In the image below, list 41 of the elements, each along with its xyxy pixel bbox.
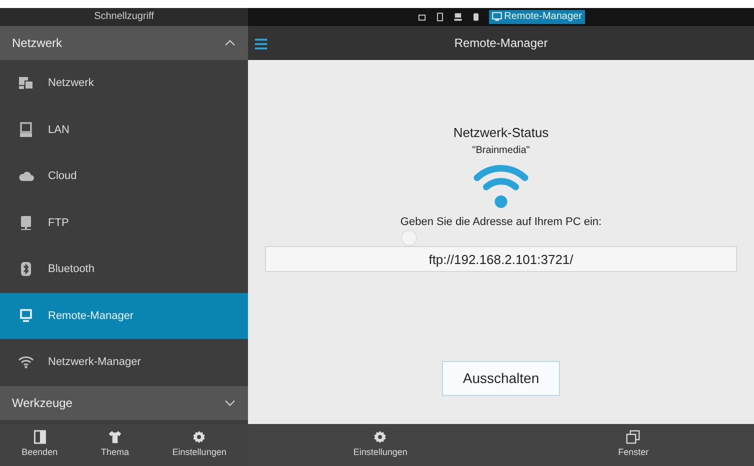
toolbar-button[interactable]: Einstellungen [168,424,230,466]
instruction-text: Geben Sie die Adresse auf Ihrem PC ein: [400,214,602,230]
app-tab[interactable]: Remote-Manager [489,10,585,24]
section-label: Netzwerk [12,35,62,52]
sidebar-item[interactable]: Cloud [0,153,248,200]
turn-off-button[interactable]: Ausschalten [442,361,560,396]
monitor-icon [492,12,502,22]
window-icon [417,12,428,22]
spinner-icon [399,228,419,248]
status-title: Netzwerk-Status [453,124,549,142]
wifi-icon [473,164,529,210]
section-header[interactable]: Werkzeuge [0,386,248,420]
settings-icon [373,430,388,444]
panel-title: Schnellzugriff [0,8,248,26]
sidebar-item[interactable]: Remote-Manager [0,292,248,339]
monitor-icon [18,308,34,324]
shirt-icon [108,430,122,444]
sidebar-item[interactable]: Bluetooth [0,246,248,292]
sidebar-item[interactable]: Netzwerk [0,60,248,106]
network-name: "Brainmedia" [472,144,530,158]
windows-icon [626,430,640,444]
toolbar-button[interactable]: Beenden [18,424,62,466]
address-field: ftp://192.168.2.101:3721/ [265,246,737,272]
sidebar-item[interactable]: FTP [0,200,248,246]
app-title: Remote-Manager [454,35,548,52]
phone-icon [435,12,446,22]
menu-icon [254,36,268,51]
section-header[interactable]: Netzwerk [0,26,248,60]
computer-icon [453,12,464,22]
sidebar-item[interactable]: Netzwerk-Manager [0,339,248,386]
settings-icon [192,430,206,444]
panel-icon [32,430,47,444]
section-label: Werkzeuge [12,394,72,412]
server-icon [18,214,34,231]
toolbar-button[interactable]: Fenster [614,424,653,466]
toolbar-button[interactable]: Thema [96,424,133,466]
sidebar-item[interactable]: LAN [0,106,248,153]
toolbar-button[interactable]: Einstellungen [349,424,412,466]
computer-icon [18,122,34,138]
devices-icon [18,75,34,92]
wifi-icon [18,354,34,370]
